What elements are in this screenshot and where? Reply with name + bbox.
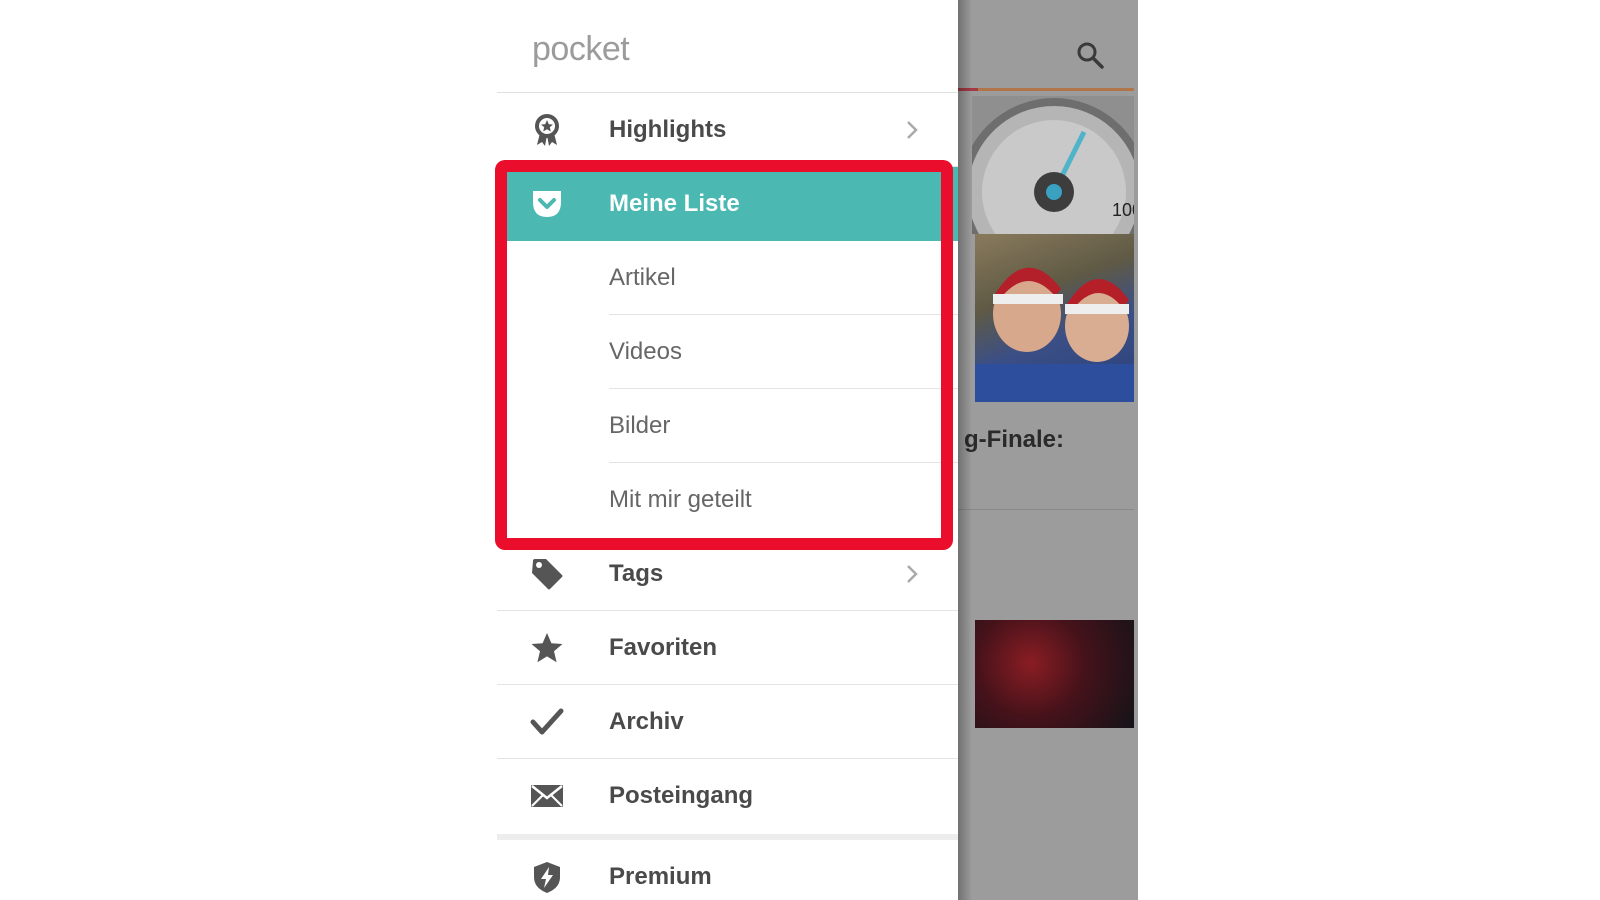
menu-item-inbox[interactable]: Posteingang	[497, 759, 958, 833]
menu-item-label: Meine Liste	[609, 190, 740, 217]
submenu-item-articles[interactable]: Artikel	[497, 241, 958, 315]
submenu-item-label: Videos	[609, 338, 682, 365]
phone-screen: 100 g-Finale: pocket	[497, 0, 1138, 900]
tag-icon	[530, 558, 564, 590]
crowd-photo-thumbnail[interactable]	[975, 620, 1134, 728]
menu-item-label: Favoriten	[609, 634, 718, 661]
award-ribbon-icon	[530, 114, 564, 146]
menu-item-archive[interactable]: Archiv	[497, 685, 958, 759]
navigation-drawer: pocket Highlights Meine Liste Artikel Vi…	[497, 0, 958, 900]
drawer-shadow	[958, 0, 972, 900]
submenu-item-label: Bilder	[609, 412, 671, 439]
pocket-icon	[530, 188, 564, 220]
menu-item-highlights[interactable]: Highlights	[497, 93, 958, 167]
submenu-item-videos[interactable]: Videos	[497, 315, 958, 389]
chevron-right-icon	[902, 119, 922, 141]
submenu-item-images[interactable]: Bilder	[497, 389, 958, 463]
speedometer-thumbnail[interactable]: 100	[960, 96, 1138, 286]
menu-item-premium[interactable]: Premium	[497, 840, 958, 900]
submenu-item-shared-with-me[interactable]: Mit mir geteilt	[497, 463, 958, 537]
background-divider	[958, 509, 1134, 510]
background-header-underline	[958, 88, 1134, 91]
article-title-fragment[interactable]: g-Finale:	[964, 426, 1064, 454]
envelope-icon	[530, 780, 564, 812]
submenu-item-label: Mit mir geteilt	[609, 486, 752, 513]
menu-item-tags[interactable]: Tags	[497, 537, 958, 611]
kids-photo-thumbnail[interactable]	[975, 234, 1134, 402]
search-icon[interactable]	[1075, 40, 1105, 70]
pocket-logo: pocket	[532, 30, 630, 68]
menu-item-label: Premium	[609, 863, 712, 890]
premium-shield-bolt-icon	[530, 861, 564, 893]
menu-item-favorites[interactable]: Favoriten	[497, 611, 958, 685]
star-icon	[530, 632, 564, 664]
menu-item-my-list[interactable]: Meine Liste	[497, 167, 958, 241]
chevron-right-icon	[902, 563, 922, 585]
menu-item-label: Highlights	[609, 116, 727, 143]
menu-item-label: Posteingang	[609, 782, 754, 809]
menu-item-label: Tags	[609, 560, 664, 587]
menu-item-label: Archiv	[609, 708, 684, 735]
gauge-value-text: 100	[1112, 200, 1134, 220]
submenu-item-label: Artikel	[609, 264, 676, 291]
checkmark-icon	[530, 706, 564, 738]
